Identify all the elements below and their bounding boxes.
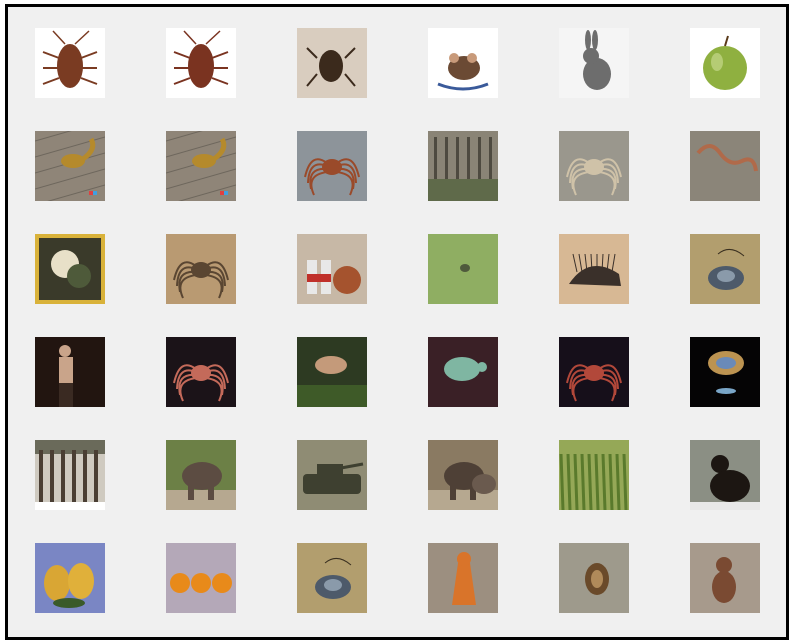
squirrel-on-boards-image [166, 131, 236, 201]
porcupine-sketch-image [559, 234, 629, 304]
snail-on-sand-image [559, 543, 629, 613]
thumbnail-building-columns [35, 440, 105, 510]
spider-web-image [559, 131, 629, 201]
worm-image [690, 131, 760, 201]
bug-on-leaf-image [428, 234, 498, 304]
thumbnail-chimpanzee [690, 440, 760, 510]
building-columns-image [35, 440, 105, 510]
dancer-image [35, 337, 105, 407]
turtle-underwater-image [428, 337, 498, 407]
thumbnail-squirrel-on-boards [35, 131, 105, 201]
cockroach-image [35, 28, 105, 98]
thumbnail-spider-on-wood [166, 234, 236, 304]
image-grid [5, 4, 789, 640]
thumbnail-framed-painting [35, 234, 105, 304]
thumbnail-bug-on-leaf [428, 234, 498, 304]
monkey-figure-image [690, 543, 760, 613]
crab-dark-image [559, 337, 629, 407]
thumbnail-oranges [166, 543, 236, 613]
thumbnail-spider-web [559, 131, 629, 201]
thumbnail-jellyfish [690, 337, 760, 407]
rabbit-image [559, 28, 629, 98]
thumbnail-apple [690, 28, 760, 98]
spider-on-gray-image [297, 131, 367, 201]
thumbnail-worm [690, 131, 760, 201]
snail-shell-image [297, 543, 367, 613]
thumbnail-cockroach [35, 28, 105, 98]
orange-figure-image [428, 543, 498, 613]
thumbnail-crab-dark [559, 337, 629, 407]
thumbnail-elephants [428, 440, 498, 510]
thumbnail-squirrel-on-boards [166, 131, 236, 201]
jellyfish-image [690, 337, 760, 407]
forest-image [428, 131, 498, 201]
thumbnail-snail-shell [297, 543, 367, 613]
mouse-image [428, 28, 498, 98]
thumbnail-porcupine-sketch [559, 234, 629, 304]
thumbnail-elephant [166, 440, 236, 510]
thumbnail-crab-dark [166, 337, 236, 407]
thumbnail-turtle-underwater [428, 337, 498, 407]
thumbnail-pears [35, 543, 105, 613]
thumbnail-orange-figure [428, 543, 498, 613]
thumbnail-tank [297, 440, 367, 510]
thumbnail-tick-on-hand [297, 28, 367, 98]
thumbnail-mouse [428, 28, 498, 98]
cockroach-image [166, 28, 236, 98]
thumbnail-fish-in-water [297, 337, 367, 407]
tank-image [297, 440, 367, 510]
thumbnail-dancer [35, 337, 105, 407]
thumbnail-spider-on-gray [297, 131, 367, 201]
bottles-and-coin-image [297, 234, 367, 304]
thumbnail-snail-on-sand [559, 543, 629, 613]
thumbnail-monkey-figure [690, 543, 760, 613]
pears-image [35, 543, 105, 613]
oranges-image [166, 543, 236, 613]
snail-shell-image [690, 234, 760, 304]
thumbnail-snail-shell [690, 234, 760, 304]
reeds-image [559, 440, 629, 510]
thumbnail-rabbit [559, 28, 629, 98]
chimpanzee-image [690, 440, 760, 510]
fish-in-water-image [297, 337, 367, 407]
spider-on-wood-image [166, 234, 236, 304]
thumbnail-forest [428, 131, 498, 201]
thumbnail-cockroach [166, 28, 236, 98]
elephants-image [428, 440, 498, 510]
tick-on-hand-image [297, 28, 367, 98]
squirrel-on-boards-image [35, 131, 105, 201]
crab-dark-image [166, 337, 236, 407]
thumbnail-reeds [559, 440, 629, 510]
elephant-image [166, 440, 236, 510]
framed-painting-image [35, 234, 105, 304]
thumbnail-bottles-and-coin [297, 234, 367, 304]
apple-image [690, 28, 760, 98]
